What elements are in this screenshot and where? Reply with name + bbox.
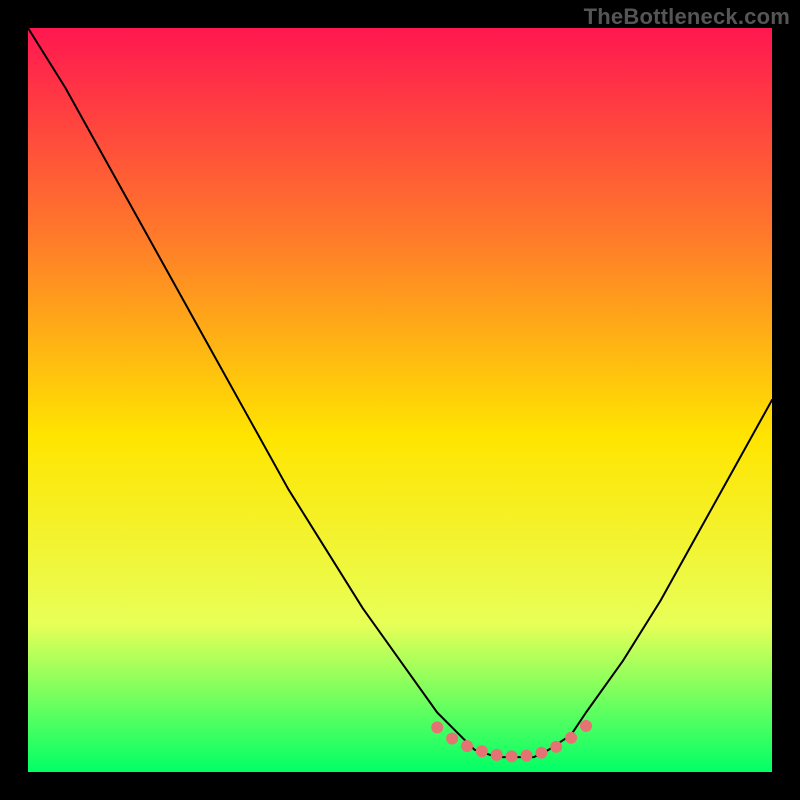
chart-frame: TheBottleneck.com <box>0 0 800 800</box>
plot-svg <box>28 28 772 772</box>
highlight-dot <box>521 750 533 762</box>
highlight-dot <box>506 750 518 762</box>
highlight-dot <box>446 733 458 745</box>
highlight-dot <box>491 749 503 761</box>
plot-area <box>28 28 772 772</box>
highlight-dot <box>461 740 473 752</box>
highlight-dot <box>535 747 547 759</box>
watermark-text: TheBottleneck.com <box>584 4 790 30</box>
highlight-dot <box>476 745 488 757</box>
highlight-dot <box>580 720 592 732</box>
highlight-dot <box>550 741 562 753</box>
highlight-dot <box>431 721 443 733</box>
highlight-dot <box>565 732 577 744</box>
